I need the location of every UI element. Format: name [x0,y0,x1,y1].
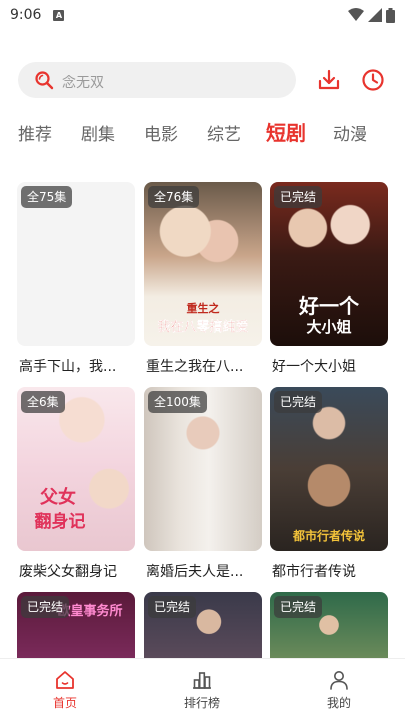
card-title: 离婚后夫人是... [146,564,244,580]
poster-subtitle: 大小姐 [306,318,352,336]
card-title: 好一个大小姐 [272,359,356,375]
tab-anime[interactable]: 动漫 [333,120,367,145]
tab-variety[interactable]: 综艺 [207,120,241,145]
status-badge: 已完结 [148,596,197,618]
poster-subtitle: 翻身记 [34,512,86,532]
notification-icon: A [53,9,65,21]
nav-home[interactable]: 首页 [25,669,105,711]
nav-home-label: 首页 [52,696,77,710]
history-icon[interactable] [361,68,385,92]
nav-profile-label: 我的 [326,696,351,710]
nav-profile[interactable]: 我的 [299,669,379,711]
card-title: 高手下山，我... [19,359,117,375]
category-tabs: 推荐 剧集 电影 综艺 短剧 动漫 [0,112,405,152]
search-input[interactable] [62,75,262,91]
poster-title-art: 都市行者传说 [292,529,365,543]
status-bar: 9:06 A [0,0,405,30]
search-bar[interactable] [18,62,296,98]
tab-series[interactable]: 剧集 [81,120,115,145]
poster-title-art: 好一个 [299,294,359,318]
tab-movie[interactable]: 电影 [144,120,178,145]
nav-ranking-label: 排行榜 [183,696,220,710]
tab-short-drama[interactable]: 短剧 [266,117,306,146]
card-title: 重生之我在八... [146,359,244,375]
tab-recommend[interactable]: 推荐 [18,120,52,145]
card-title: 废柴父女翻身记 [19,564,117,580]
episode-badge: 全75集 [21,186,73,208]
episode-badge: 全100集 [148,391,207,413]
poster-subtitle: 重生之 [186,302,220,315]
status-badge: 已完结 [274,596,323,618]
signal-icon [368,8,382,22]
episode-badge: 全6集 [21,391,65,413]
status-badge: 已完结 [21,596,70,618]
episode-badge: 全76集 [148,186,200,208]
home-icon [56,671,74,689]
download-icon[interactable] [317,68,341,92]
wifi-icon [348,8,364,21]
poster-title-art: 我在八零搞纯爱 [157,320,249,335]
status-badge: 已完结 [274,391,323,413]
battery-icon [386,7,395,23]
card-title: 都市行者传说 [272,564,356,580]
nav-ranking[interactable]: 排行榜 [162,669,242,711]
status-time: 9:06 [10,7,42,23]
status-icons [348,7,395,23]
ranking-icon [193,672,211,689]
user-icon [330,671,348,690]
poster-title-art: 父女 [40,487,76,508]
search-icon [35,71,54,90]
bottom-nav: 首页 排行榜 我的 [0,658,405,720]
status-badge: 已完结 [274,186,323,208]
